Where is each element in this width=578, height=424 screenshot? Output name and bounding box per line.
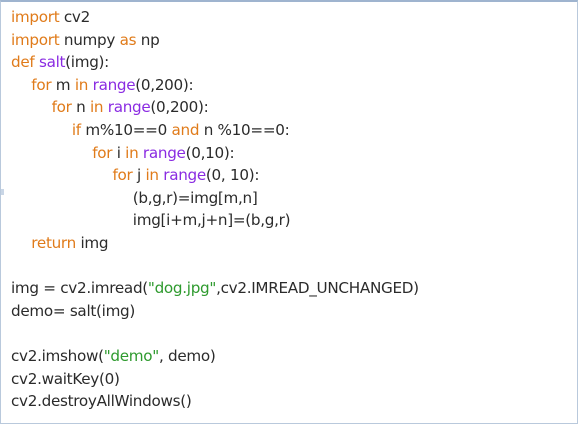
code-token-keyword: in [125, 143, 139, 162]
code-token-keyword: for [51, 98, 72, 117]
code-token-text: (b,g,r)=img[m,n] [132, 188, 258, 207]
code-token-function: range [158, 166, 206, 185]
code-token-text: m [51, 75, 75, 94]
code-token-text: cv2.destroyAllWindows() [11, 392, 192, 411]
code-token-text: numpy [59, 30, 120, 49]
code-line[interactable]: (b,g,r)=img[m,n] [11, 187, 419, 210]
code-line[interactable]: demo= salt(img) [11, 300, 419, 323]
code-token-function: range [103, 98, 151, 117]
code-token-text: cv2.waitKey(0) [11, 369, 120, 388]
code-line[interactable]: if m%10==0 and n %10==0: [11, 119, 419, 142]
code-line[interactable]: for n in range(0,200): [11, 96, 419, 119]
code-line[interactable]: return img [11, 232, 419, 255]
code-token-function: salt [34, 53, 66, 72]
code-line[interactable]: cv2.destroyAllWindows() [11, 390, 419, 413]
code-line[interactable]: img[i+m,j+n]=(b,g,r) [11, 209, 419, 232]
code-token-keyword: for [92, 143, 113, 162]
code-token-text: (0,10): [185, 143, 235, 162]
code-token-keyword: import [11, 30, 60, 49]
code-token-function: range [138, 143, 186, 162]
gutter-marker [1, 189, 4, 195]
code-token-text: cv2 [59, 8, 90, 26]
code-line[interactable]: for m in range(0,200): [11, 74, 419, 97]
code-token-text: (0,200): [150, 98, 209, 117]
code-token-keyword: and [171, 120, 200, 139]
code-token-function: range [88, 75, 136, 94]
code-token-keyword: import [11, 8, 60, 26]
code-token-text: n [71, 98, 90, 117]
code-token-text: cv2.imshow( [11, 346, 104, 365]
code-line[interactable] [11, 322, 419, 345]
code-token-text: (0, 10): [205, 166, 260, 185]
code-token-text: img[i+m,j+n]=(b,g,r) [132, 211, 291, 230]
code-line[interactable]: cv2.imshow("demo", demo) [11, 345, 419, 368]
code-line[interactable] [11, 255, 419, 278]
code-token-string: "dog.jpg" [147, 279, 217, 298]
code-token-keyword: return [31, 233, 76, 252]
code-token-keyword: if [71, 120, 81, 139]
code-line[interactable]: import numpy as np [11, 29, 419, 52]
code-token-keyword: for [31, 75, 52, 94]
code-token-text: img = cv2.imread( [11, 279, 148, 298]
code-line[interactable]: img = cv2.imread("dog.jpg",cv2.IMREAD_UN… [11, 277, 419, 300]
code-token-text: np [136, 30, 160, 49]
code-token-text: m%10==0 [80, 120, 172, 139]
code-token-text: n %10==0: [199, 120, 290, 139]
code-line[interactable]: import cv2 [11, 6, 419, 29]
code-line[interactable]: for j in range(0, 10): [11, 164, 419, 187]
code-token-text: ,cv2.IMREAD_UNCHANGED) [216, 279, 419, 298]
code-line[interactable]: def salt(img): [11, 51, 419, 74]
code-token-keyword: def [11, 53, 35, 72]
code-area[interactable]: import cv2 import numpy as np def salt(img… [11, 6, 419, 413]
code-line[interactable]: cv2.waitKey(0) [11, 368, 419, 391]
code-token-keyword: in [74, 75, 89, 94]
code-token-keyword: in [89, 98, 104, 117]
code-token-keyword: for [112, 166, 133, 185]
code-token-text: i [112, 143, 126, 162]
code-editor[interactable]: import cv2 import numpy as np def salt(img… [0, 0, 578, 424]
code-token-text: img [75, 233, 109, 252]
code-token-text: (0,200): [135, 75, 194, 94]
code-token-text: (img): [65, 53, 109, 72]
code-token-text: , demo) [158, 346, 216, 365]
code-line[interactable]: for i in range(0,10): [11, 142, 419, 165]
code-token-string: "demo" [103, 346, 160, 365]
code-token-text: j [132, 166, 146, 185]
code-token-keyword: as [119, 30, 137, 49]
code-token-text: demo= salt(img) [11, 301, 136, 320]
code-token-keyword: in [145, 166, 159, 185]
